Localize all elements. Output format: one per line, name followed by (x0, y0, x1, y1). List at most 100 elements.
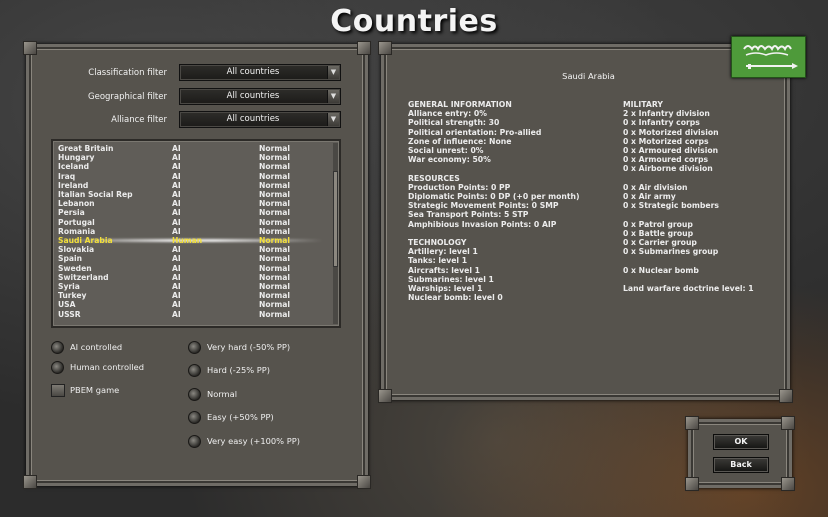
country-name: Hungary (58, 153, 95, 163)
country-info-panel: Saudi Arabia GENERAL INFORMATION Alliance… (378, 41, 793, 403)
country-control: AI (172, 272, 181, 282)
country-name: Turkey (58, 291, 87, 301)
country-control: AI (172, 300, 181, 310)
human-controlled-label: Human controlled (70, 362, 144, 372)
country-difficulty: Normal (259, 199, 290, 209)
country-difficulty: Normal (259, 282, 290, 291)
country-list-scrollbar[interactable] (333, 143, 338, 324)
panel-corner (378, 389, 392, 403)
military-info-line: 0 x Infantry corps (623, 118, 700, 128)
country-name: Slovakia (58, 245, 95, 255)
country-name: Iceland (58, 162, 90, 172)
difficulty-label: Normal (207, 389, 238, 399)
country-difficulty: Normal (259, 190, 290, 199)
country-name: Iraq (58, 171, 76, 181)
country-difficulty: Normal (259, 236, 290, 245)
country-name: Great Britain (58, 144, 114, 153)
country-name: Spain (58, 254, 83, 264)
country-name: Switzerland (58, 272, 109, 282)
chevron-down-icon[interactable]: ▼ (327, 90, 339, 103)
country-row[interactable]: Ireland AI Normal (53, 181, 333, 190)
dropdown-value: All countries (226, 114, 280, 124)
scrollbar-thumb[interactable] (333, 171, 338, 267)
country-control: AI (172, 291, 181, 301)
country-control: AI (172, 282, 181, 291)
country-row[interactable]: Portugal AI Normal (53, 218, 333, 227)
country-difficulty: Normal (259, 208, 290, 218)
military-info-line: 2 x Infantry division (623, 109, 710, 119)
country-difficulty: Normal (259, 263, 290, 273)
country-row[interactable]: Persia AI Normal (53, 208, 333, 217)
country-list[interactable]: Great Britain AI Normal Hungary AI Normal Icel… (51, 139, 341, 328)
country-row[interactable]: Turkey AI Normal (53, 291, 333, 300)
country-difficulty: Normal (259, 291, 290, 301)
country-row[interactable]: Hungary AI Normal (53, 153, 333, 162)
country-row[interactable]: Spain AI Normal (53, 254, 333, 263)
military-info-line: 0 x Air division (623, 182, 688, 192)
action-button-panel: OK Back (685, 416, 795, 491)
country-name: Portugal (58, 217, 95, 227)
country-difficulty: Normal (259, 144, 290, 153)
radio-button[interactable] (188, 388, 201, 401)
military-info-line: 0 x Nuclear bomb (623, 265, 699, 275)
country-row[interactable]: USSR AI Normal (53, 310, 333, 319)
country-row[interactable]: Italian Social Rep AI Normal (53, 190, 333, 199)
panel-corner (781, 416, 795, 430)
country-control: AI (172, 309, 181, 319)
radio-button[interactable] (188, 364, 201, 377)
country-control: AI (172, 153, 181, 163)
country-row[interactable]: Romania AI Normal (53, 227, 333, 236)
country-difficulty: Normal (259, 162, 290, 172)
back-button[interactable]: Back (713, 457, 769, 473)
country-row[interactable]: Sweden AI Normal (53, 264, 333, 273)
radio-button[interactable] (51, 341, 64, 354)
radio-button[interactable] (188, 435, 201, 448)
saudi-arabia-flag (731, 36, 806, 78)
general-info-line: Amphibious Invasion Points: 0 AIP (408, 219, 557, 229)
country-control: AI (172, 199, 181, 209)
radio-button[interactable] (188, 411, 201, 424)
country-control: AI (172, 263, 181, 273)
country-row[interactable]: Syria AI Normal (53, 282, 333, 291)
alliance-filter-label: Alliance filter (111, 115, 167, 125)
military-info-line: 0 x Airborne division (623, 164, 713, 174)
country-difficulty: Normal (259, 180, 290, 190)
country-row[interactable]: Great Britain AI Normal (53, 144, 333, 153)
classification-filter-dropdown[interactable]: All countries ▼ (179, 64, 341, 81)
radio-button[interactable] (51, 361, 64, 374)
country-name: Italian Social Rep (58, 190, 133, 199)
country-difficulty: Normal (259, 153, 290, 163)
country-name: Ireland (58, 180, 89, 190)
general-info-line: Submarines: level 1 (408, 274, 494, 284)
country-row[interactable]: Switzerland AI Normal (53, 273, 333, 282)
general-info-line: RESOURCES (408, 173, 460, 183)
chevron-down-icon[interactable]: ▼ (327, 66, 339, 79)
country-row[interactable]: Iceland AI Normal (53, 162, 333, 171)
country-name: Lebanon (58, 199, 95, 209)
country-row[interactable]: Iraq AI Normal (53, 172, 333, 181)
chevron-down-icon[interactable]: ▼ (327, 113, 339, 126)
country-row[interactable]: USA AI Normal (53, 300, 333, 309)
flag-emblem-icon (743, 45, 798, 69)
radio-button[interactable] (188, 341, 201, 354)
country-row[interactable]: Slovakia AI Normal (53, 245, 333, 254)
pbem-checkbox[interactable] (51, 384, 65, 397)
general-info-line: Zone of influence: None (408, 136, 512, 146)
country-row[interactable]: Saudi Arabia Human Normal (53, 236, 333, 245)
classification-filter-label: Classification filter (88, 68, 167, 78)
country-name: Syria (58, 282, 80, 291)
difficulty-label: Very easy (+100% PP) (207, 436, 300, 446)
pbem-game-label: PBEM game (70, 385, 120, 395)
country-row[interactable]: Lebanon AI Normal (53, 199, 333, 208)
country-difficulty: Normal (259, 217, 290, 227)
ok-button[interactable]: OK (713, 434, 769, 450)
alliance-filter-dropdown[interactable]: All countries ▼ (179, 111, 341, 128)
geographical-filter-dropdown[interactable]: All countries ▼ (179, 88, 341, 105)
panel-corner (357, 475, 371, 489)
panel-corner (23, 41, 37, 55)
dropdown-value: All countries (226, 91, 280, 101)
alliance-filter-row: Alliance filter All countries ▼ (29, 111, 349, 129)
